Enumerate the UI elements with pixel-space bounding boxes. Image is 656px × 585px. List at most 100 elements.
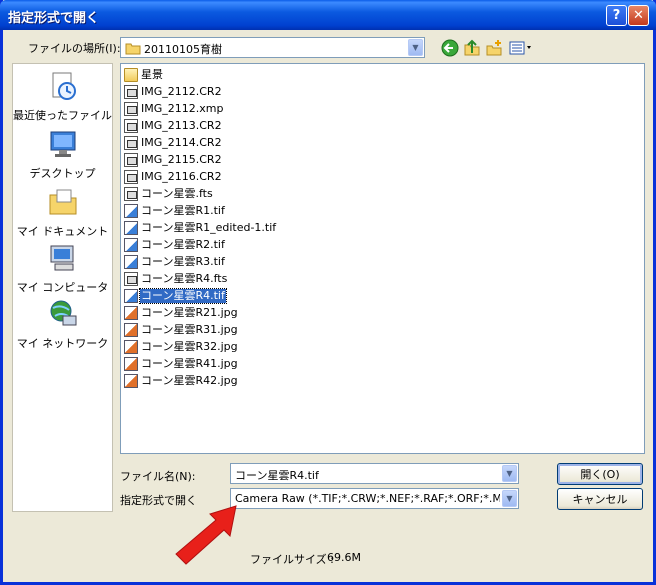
look-in-dropdown[interactable]: 20110105育樹 ▼: [120, 37, 425, 58]
file-size-value: 69.6M: [327, 551, 361, 564]
place-my-documents[interactable]: マイ ドキュメント: [13, 186, 112, 239]
file-name: コーン星雲R42.jpg: [141, 374, 238, 387]
jpg-file-icon: [124, 323, 138, 337]
open-button-label: 開く(O): [580, 468, 620, 481]
file-list-item[interactable]: IMG_2116.CR2: [124, 169, 223, 185]
file-list-item[interactable]: コーン星雲R4.tif: [124, 288, 227, 304]
place-my-network[interactable]: マイ ネットワーク: [13, 298, 112, 351]
red-arrow-icon: [175, 505, 237, 565]
file-name: コーン星雲R4.tif: [139, 288, 227, 304]
filename-label: ファイル名(N):: [120, 470, 196, 483]
file-list-item[interactable]: コーン星雲R31.jpg: [124, 322, 239, 338]
back-button[interactable]: [440, 38, 460, 58]
file-name: コーン星雲R21.jpg: [141, 306, 238, 319]
file-list-item[interactable]: IMG_2112.xmp: [124, 101, 224, 117]
window-title: 指定形式で開く: [8, 11, 100, 26]
jpg-file-icon: [124, 374, 138, 388]
look-in-value: 20110105育樹: [144, 43, 222, 56]
file-list-item[interactable]: コーン星雲R21.jpg: [124, 305, 239, 321]
file-list-item[interactable]: コーン星雲.fts: [124, 186, 214, 202]
file-list-item[interactable]: コーン星雲R3.tif: [124, 254, 226, 270]
file-name: IMG_2112.xmp: [141, 102, 224, 115]
raw-file-icon: [124, 85, 138, 99]
filename-value: コーン星雲R4.tif: [235, 469, 319, 482]
file-size-label: ファイルサイズ :: [250, 553, 334, 566]
close-button[interactable]: ✕: [628, 5, 649, 26]
format-value: Camera Raw (*.TIF;*.CRW;*.NEF;*.RAF;*.OR…: [235, 492, 500, 505]
file-list-item[interactable]: IMG_2114.CR2: [124, 135, 223, 151]
cancel-button-label: キャンセル: [572, 493, 628, 506]
new-folder-icon: [486, 40, 502, 56]
chevron-down-icon[interactable]: ▼: [502, 465, 517, 482]
new-folder-button[interactable]: [484, 38, 504, 58]
file-list-item[interactable]: コーン星雲R32.jpg: [124, 339, 239, 355]
file-name: IMG_2112.CR2: [141, 85, 222, 98]
place-desktop-label: デスクトップ: [29, 167, 96, 180]
raw-file-icon: [124, 187, 138, 201]
file-list-item[interactable]: コーン星雲R41.jpg: [124, 356, 239, 372]
file-list-item[interactable]: IMG_2112.CR2: [124, 84, 223, 100]
title-bar[interactable]: 指定形式で開く ? ✕: [0, 0, 656, 30]
raw-file-icon: [124, 119, 138, 133]
file-name: IMG_2113.CR2: [141, 119, 222, 132]
place-my-computer[interactable]: マイ コンピュータ: [13, 242, 112, 295]
places-bar: 最近使ったファイル デスクトップ マイ ドキュメント マイ コンピュータ マイ …: [12, 63, 113, 512]
up-folder-button[interactable]: [462, 38, 482, 58]
help-button[interactable]: ?: [606, 5, 627, 26]
file-name: IMG_2114.CR2: [141, 136, 222, 149]
place-desktop[interactable]: デスクトップ: [13, 128, 112, 181]
tif-file-icon: [124, 238, 138, 252]
jpg-file-icon: [124, 357, 138, 371]
back-icon: [441, 39, 459, 57]
chevron-down-icon[interactable]: ▼: [502, 490, 517, 507]
file-name: コーン星雲R32.jpg: [141, 340, 238, 353]
my-documents-icon: [49, 189, 76, 215]
file-list-item[interactable]: コーン星雲R42.jpg: [124, 373, 239, 389]
place-recent[interactable]: 最近使ったファイル: [13, 70, 112, 123]
tif-file-icon: [124, 204, 138, 218]
my-network-icon: [50, 300, 76, 326]
recent-files-icon: [52, 72, 76, 100]
raw-file-icon: [124, 272, 138, 286]
file-name: コーン星雲R1.tif: [141, 204, 225, 217]
help-icon: ?: [612, 8, 621, 23]
jpg-file-icon: [124, 306, 138, 320]
file-list-item[interactable]: IMG_2113.CR2: [124, 118, 223, 134]
view-menu-button[interactable]: [508, 38, 534, 58]
open-button[interactable]: 開く(O): [557, 463, 643, 485]
raw-file-icon: [124, 102, 138, 116]
file-list-item[interactable]: IMG_2115.CR2: [124, 152, 223, 168]
file-list[interactable]: 星景 IMG_2112.CR2 IMG_2112.xmp IMG_2113.CR2 IM…: [120, 63, 645, 454]
file-list-item[interactable]: コーン星雲R2.tif: [124, 237, 226, 253]
place-my-computer-label: マイ コンピュータ: [16, 281, 109, 294]
file-list-item[interactable]: コーン星雲R1_edited-1.tif: [124, 220, 277, 236]
tif-file-icon: [124, 221, 138, 235]
tif-file-icon: [124, 255, 138, 269]
my-computer-icon: [50, 245, 73, 271]
file-name: コーン星雲R4.fts: [141, 272, 228, 285]
file-list-item[interactable]: コーン星雲R4.fts: [124, 271, 228, 287]
folder-icon: [125, 43, 141, 55]
look-in-label: ファイルの場所(I):: [28, 42, 121, 55]
cancel-button[interactable]: キャンセル: [557, 488, 643, 510]
filename-input[interactable]: コーン星雲R4.tif ▼: [230, 463, 519, 484]
tif-file-icon: [124, 289, 138, 303]
format-dropdown[interactable]: Camera Raw (*.TIF;*.CRW;*.NEF;*.RAF;*.OR…: [230, 488, 519, 509]
file-name: コーン星雲R3.tif: [141, 255, 225, 268]
folder-icon: [124, 68, 138, 82]
file-name: コーン星雲.fts: [141, 187, 213, 200]
file-list-item[interactable]: コーン星雲R1.tif: [124, 203, 226, 219]
place-recent-label: 最近使ったファイル: [13, 109, 112, 122]
file-name: コーン星雲R1_edited-1.tif: [141, 221, 277, 234]
file-name: コーン星雲R41.jpg: [141, 357, 238, 370]
file-name: IMG_2116.CR2: [141, 170, 222, 183]
raw-file-icon: [124, 136, 138, 150]
up-folder-icon: [464, 39, 480, 56]
chevron-down-icon[interactable]: ▼: [408, 39, 423, 56]
jpg-file-icon: [124, 340, 138, 354]
file-name: IMG_2115.CR2: [141, 153, 222, 166]
file-name: コーン星雲R2.tif: [141, 238, 225, 251]
place-my-network-label: マイ ネットワーク: [16, 337, 109, 350]
file-list-item[interactable]: 星景: [124, 67, 164, 83]
file-name: 星景: [141, 68, 163, 81]
